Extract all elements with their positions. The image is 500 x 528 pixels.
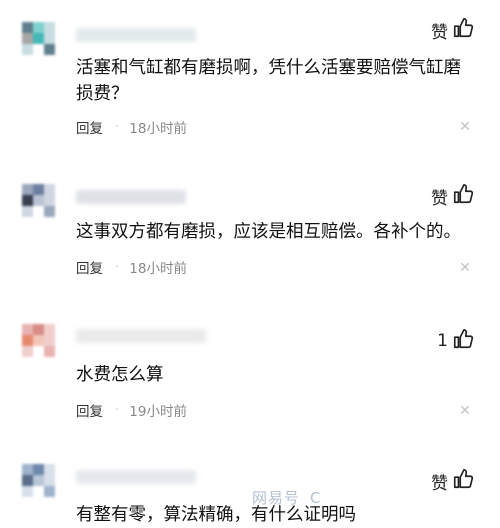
avatar-mosaic-tile — [44, 486, 55, 497]
avatar-mosaic-tile — [33, 464, 44, 475]
avatar-mosaic-tile — [44, 22, 55, 33]
avatar-mosaic-tile — [44, 206, 55, 217]
avatar-mosaic-tile — [22, 44, 33, 55]
close-icon[interactable]: ✕ — [458, 404, 472, 418]
like-label: 赞 — [431, 188, 448, 209]
avatar-mosaic-tile — [22, 464, 33, 475]
avatar-mosaic-tile — [44, 195, 55, 206]
avatar-mosaic-tile — [44, 33, 55, 44]
username-blurred[interactable] — [76, 28, 196, 42]
avatar-mosaic-tile — [22, 33, 33, 44]
avatar-mosaic-tile — [22, 324, 33, 335]
thumbs-up-icon — [452, 328, 474, 355]
avatar-mosaic-tile — [22, 486, 33, 497]
avatar-mosaic-tile — [33, 22, 44, 33]
like-count: 1 — [437, 331, 448, 351]
avatar-mosaic-tile — [22, 206, 33, 217]
comment-item: 赞 活塞和气缸都有磨损啊，凭什么活塞要赔偿气缸磨损费？ 回复 · 18小时前 ✕ — [0, 0, 500, 140]
avatar-mosaic-tile — [44, 44, 55, 55]
avatar-mosaic-tile — [22, 184, 33, 195]
avatar-mosaic-tile — [22, 346, 33, 357]
watermark-text: 网易号 — [252, 489, 301, 507]
avatar-mosaic-tile — [44, 346, 55, 357]
like-label: 赞 — [431, 22, 448, 43]
avatar-mosaic-tile — [44, 475, 55, 486]
like-button[interactable]: 赞 — [431, 183, 474, 210]
watermark: 网易号 C — [252, 487, 322, 508]
thumbs-up-icon — [452, 468, 474, 495]
avatar-mosaic-tile — [33, 346, 44, 357]
avatar-mosaic-tile — [22, 335, 33, 346]
thumbs-up-icon — [452, 17, 474, 44]
comment-meta: 回复 · 18小时前 — [76, 257, 187, 277]
timestamp: 19小时前 — [129, 404, 187, 420]
avatar[interactable] — [22, 464, 66, 498]
username-blurred[interactable] — [76, 470, 196, 484]
avatar-mosaic-tile — [44, 184, 55, 195]
avatar-mosaic-tile — [22, 475, 33, 486]
comment-text: 活塞和气缸都有磨损啊，凭什么活塞要赔偿气缸磨损费？ — [76, 58, 461, 104]
avatar-mosaic-tile — [33, 206, 44, 217]
timestamp: 18小时前 — [129, 121, 187, 137]
avatar-mosaic-tile — [33, 335, 44, 346]
avatar-mosaic-tile — [44, 335, 55, 346]
avatar[interactable] — [22, 22, 66, 56]
avatar-mosaic-tile — [22, 22, 33, 33]
reply-button[interactable]: 回复 — [76, 117, 103, 137]
comment-text: 水费怎么算 — [76, 365, 164, 385]
reply-button[interactable]: 回复 — [76, 257, 103, 277]
avatar-mosaic-tile — [44, 464, 55, 475]
avatar-mosaic-tile — [33, 44, 44, 55]
reply-button[interactable]: 回复 — [76, 400, 103, 420]
meta-divider: · — [115, 119, 120, 135]
thumbs-up-icon — [452, 183, 474, 210]
avatar-mosaic-tile — [33, 184, 44, 195]
avatar-mosaic-tile — [33, 195, 44, 206]
meta-divider: · — [115, 259, 120, 275]
like-button[interactable]: 1 — [437, 328, 474, 355]
comment-text: 这事双方都有磨损，应该是相互赔偿。各补个的。 — [76, 222, 461, 242]
avatar-mosaic-tile — [33, 324, 44, 335]
comment-meta: 回复 · 19小时前 — [76, 400, 187, 420]
close-icon[interactable]: ✕ — [458, 120, 472, 134]
avatar[interactable] — [22, 184, 66, 218]
avatar-mosaic-tile — [33, 486, 44, 497]
like-button[interactable]: 赞 — [431, 17, 474, 44]
username-blurred[interactable] — [76, 190, 186, 204]
username-blurred[interactable] — [76, 329, 206, 343]
like-button[interactable]: 赞 — [431, 468, 474, 495]
comment-meta: 回复 · 18小时前 — [76, 117, 187, 137]
avatar[interactable] — [22, 324, 66, 358]
avatar-mosaic-tile — [33, 33, 44, 44]
meta-divider: · — [115, 402, 120, 418]
watermark-suffix: C — [310, 489, 322, 507]
like-label: 赞 — [431, 473, 448, 494]
avatar-mosaic-tile — [22, 195, 33, 206]
avatar-mosaic-tile — [33, 475, 44, 486]
timestamp: 18小时前 — [129, 261, 187, 277]
close-icon[interactable]: ✕ — [458, 261, 472, 275]
avatar-mosaic-tile — [44, 324, 55, 335]
